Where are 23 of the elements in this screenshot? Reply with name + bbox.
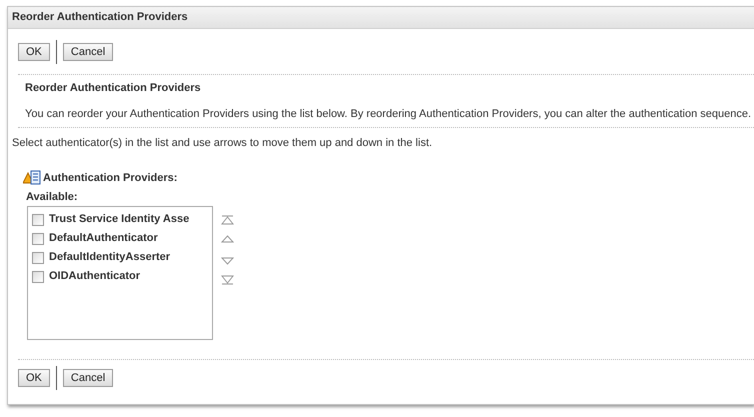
provider-name: DefaultIdentityAsserter	[49, 250, 170, 266]
provider-name: OIDAuthenticator	[49, 269, 140, 284]
checkbox[interactable]	[32, 270, 44, 282]
provider-name: DefaultAuthenticator	[49, 231, 158, 246]
cancel-button[interactable]: Cancel	[62, 43, 114, 61]
move-up-icon[interactable]	[221, 235, 234, 243]
list-label: Available:	[26, 190, 79, 204]
checkbox[interactable]	[32, 214, 44, 226]
window-title: Reorder Authentication Providers	[12, 10, 188, 26]
checkbox[interactable]	[32, 252, 44, 264]
instruction-text: Select authenticator(s) in the list and use arrows to move them up and down in the list.	[12, 136, 434, 151]
ok-button[interactable]: OK	[18, 43, 50, 61]
section-description: You can reorder your Authentication Providers using the list below. By reordering Authentication Providers, you can alter the authentication sequence.	[25, 106, 752, 122]
providers-label: Authentication Providers:	[43, 170, 178, 186]
section-heading: Reorder Authentication Providers	[25, 81, 202, 96]
ok-button[interactable]: OK	[18, 369, 50, 387]
move-down-icon[interactable]	[221, 257, 234, 265]
move-bottom-icon[interactable]	[221, 275, 234, 285]
warning-list-icon	[23, 170, 41, 186]
checkbox[interactable]	[32, 232, 44, 244]
provider-name: Trust Service Identity Asse	[49, 212, 190, 228]
move-top-icon[interactable]	[221, 215, 234, 225]
cancel-button[interactable]: Cancel	[62, 369, 114, 387]
